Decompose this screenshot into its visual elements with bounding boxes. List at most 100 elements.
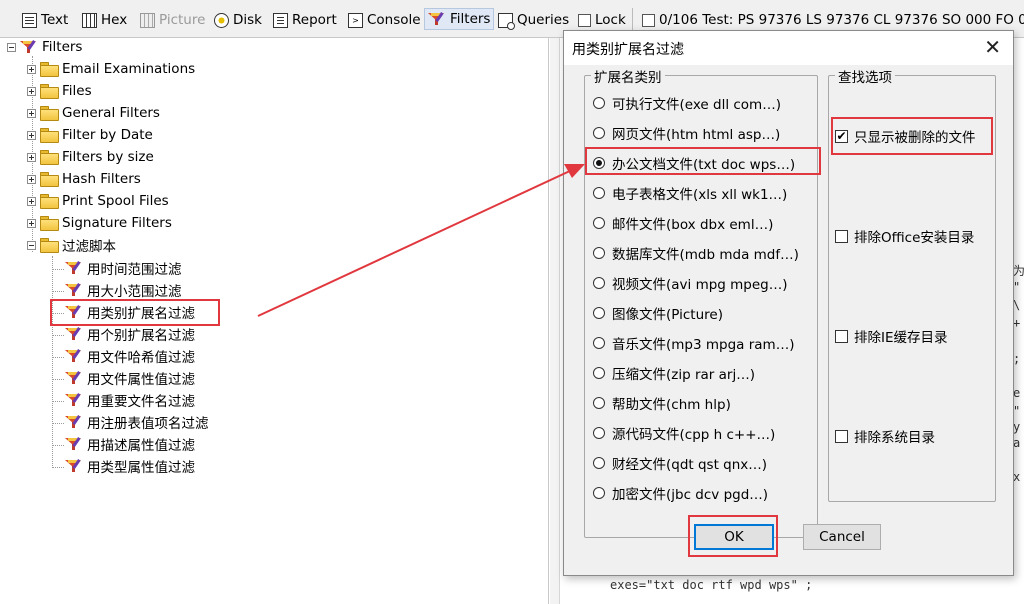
expand-icon[interactable] <box>27 152 36 162</box>
ext-option[interactable]: 可执行文件(exe dll com…) <box>593 93 781 113</box>
radio-button[interactable] <box>593 277 605 289</box>
code-fragment: e <box>1013 386 1021 400</box>
status-checkbox[interactable] <box>642 13 655 27</box>
close-icon[interactable]: ✕ <box>984 37 1001 57</box>
disk-view-button[interactable]: Disk <box>214 9 262 31</box>
expand-icon[interactable] <box>27 130 36 140</box>
ext-option[interactable]: 视频文件(avi mpg mpeg…) <box>593 273 788 293</box>
filter-funnel-icon <box>65 415 83 429</box>
tree-folder[interactable]: Filter by Date <box>27 125 153 145</box>
radio-button[interactable] <box>593 217 605 229</box>
expand-icon[interactable] <box>27 86 36 96</box>
expand-icon[interactable] <box>27 218 36 228</box>
checkbox[interactable] <box>835 229 848 243</box>
tree-connector <box>52 357 64 358</box>
radio-button[interactable] <box>593 337 605 349</box>
ext-option[interactable]: 源代码文件(cpp h c++…) <box>593 423 775 443</box>
status-readout: 0/106 Test: PS 97376 LS 97376 CL 97376 S… <box>642 9 1024 31</box>
collapse-icon[interactable] <box>7 42 16 52</box>
tree-folder[interactable]: Hash Filters <box>27 169 141 189</box>
ext-option[interactable]: 邮件文件(box dbx eml…) <box>593 213 773 233</box>
toolbar-separator <box>632 8 633 32</box>
tree-connector <box>52 335 64 336</box>
filter-funnel-icon <box>65 437 83 451</box>
radio-button[interactable] <box>593 97 605 109</box>
folder-icon <box>40 172 59 187</box>
search-options-label: 查找选项 <box>835 66 895 86</box>
pane-splitter[interactable] <box>550 38 560 604</box>
console-icon: > <box>348 12 363 28</box>
option-exclude-office[interactable]: 排除Office安装目录 <box>835 226 974 246</box>
ext-option[interactable]: 加密文件(jbc dcv pgd…) <box>593 483 768 503</box>
tree-folder[interactable]: General Filters <box>27 103 160 123</box>
radio-button[interactable] <box>593 457 605 469</box>
ext-option[interactable]: 数据库文件(mdb mda mdf…) <box>593 243 799 263</box>
tree-folder[interactable]: Print Spool Files <box>27 191 169 211</box>
radio-button[interactable] <box>593 487 605 499</box>
tree-script[interactable]: 用重要文件名过滤 <box>65 390 195 410</box>
tree-folder[interactable]: Filters by size <box>27 147 154 167</box>
annotation-box-deleted-only <box>831 117 993 155</box>
tree-script[interactable]: 用注册表值项名过滤 <box>65 412 209 432</box>
tree-script[interactable]: 用个别扩展名过滤 <box>65 324 195 344</box>
picture-icon <box>140 12 155 28</box>
picture-view-button[interactable]: Picture <box>140 9 205 31</box>
console-view-button[interactable]: > Console <box>348 9 421 31</box>
radio-button[interactable] <box>593 397 605 409</box>
hex-view-button[interactable]: Hex <box>82 9 127 31</box>
checkbox[interactable] <box>835 429 848 443</box>
filter-funnel-icon <box>20 40 38 54</box>
text-view-button[interactable]: Text <box>22 9 68 31</box>
tree-script[interactable]: 用描述属性值过滤 <box>65 434 195 454</box>
ext-option[interactable]: 财经文件(qdt qst qnx…) <box>593 453 767 473</box>
lock-toggle[interactable]: Lock <box>578 9 626 31</box>
option-exclude-system[interactable]: 排除系统目录 <box>835 426 935 446</box>
cancel-button[interactable]: Cancel <box>803 524 881 550</box>
tree-script[interactable]: 用大小范围过滤 <box>65 280 182 300</box>
tree-connector <box>52 256 53 466</box>
radio-button[interactable] <box>593 247 605 259</box>
ext-option[interactable]: 帮助文件(chm hlp) <box>593 393 731 413</box>
tree-script[interactable]: 用时间范围过滤 <box>65 258 182 278</box>
expand-icon[interactable] <box>27 64 36 74</box>
ext-category-group: 扩展名类别 可执行文件(exe dll com…) 网页文件(htm html … <box>584 66 818 538</box>
tree-connector <box>52 269 64 270</box>
radio-button[interactable] <box>593 187 605 199</box>
expand-icon[interactable] <box>27 108 36 118</box>
ext-option[interactable]: 电子表格文件(xls xll wk1…) <box>593 183 787 203</box>
lock-checkbox[interactable] <box>578 13 591 27</box>
checkbox[interactable] <box>835 329 848 343</box>
tree-script[interactable]: 用类型属性值过滤 <box>65 456 195 476</box>
filters-view-button[interactable]: Filters <box>424 8 495 30</box>
tree-connector <box>52 467 64 468</box>
tree-root-filters[interactable]: Filters <box>7 37 82 57</box>
tree-folder-scripts[interactable]: 过滤脚本 <box>27 235 116 255</box>
radio-button[interactable] <box>593 307 605 319</box>
ext-option[interactable]: 音乐文件(mp3 mpga ram…) <box>593 333 794 353</box>
code-line: exes="txt doc rtf wpd wps" ; <box>610 578 813 592</box>
tree-script[interactable]: 用文件属性值过滤 <box>65 368 195 388</box>
tree-folder[interactable]: Files <box>27 81 92 101</box>
option-exclude-ie-cache[interactable]: 排除IE缓存目录 <box>835 326 948 346</box>
queries-view-button[interactable]: Queries <box>498 9 569 31</box>
ext-option[interactable]: 网页文件(htm html asp…) <box>593 123 780 143</box>
code-fragment: x <box>1013 470 1021 484</box>
collapse-icon[interactable] <box>27 240 36 250</box>
radio-button[interactable] <box>593 427 605 439</box>
expand-icon[interactable] <box>27 196 36 206</box>
code-fragment: a <box>1013 436 1021 450</box>
tree-script[interactable]: 用文件哈希值过滤 <box>65 346 195 366</box>
expand-icon[interactable] <box>27 174 36 184</box>
radio-button[interactable] <box>593 127 605 139</box>
code-fragment: " <box>1013 280 1021 294</box>
folder-icon <box>40 62 59 77</box>
text-doc-icon <box>22 12 37 28</box>
report-view-button[interactable]: Report <box>273 9 337 31</box>
ext-option[interactable]: 图像文件(Picture) <box>593 303 723 323</box>
tree-connector <box>52 423 64 424</box>
ext-option[interactable]: 压缩文件(zip rar arj…) <box>593 363 755 383</box>
hex-grid-icon <box>82 12 97 28</box>
radio-button[interactable] <box>593 367 605 379</box>
tree-folder[interactable]: Email Examinations <box>27 59 195 79</box>
tree-folder[interactable]: Signature Filters <box>27 213 172 233</box>
